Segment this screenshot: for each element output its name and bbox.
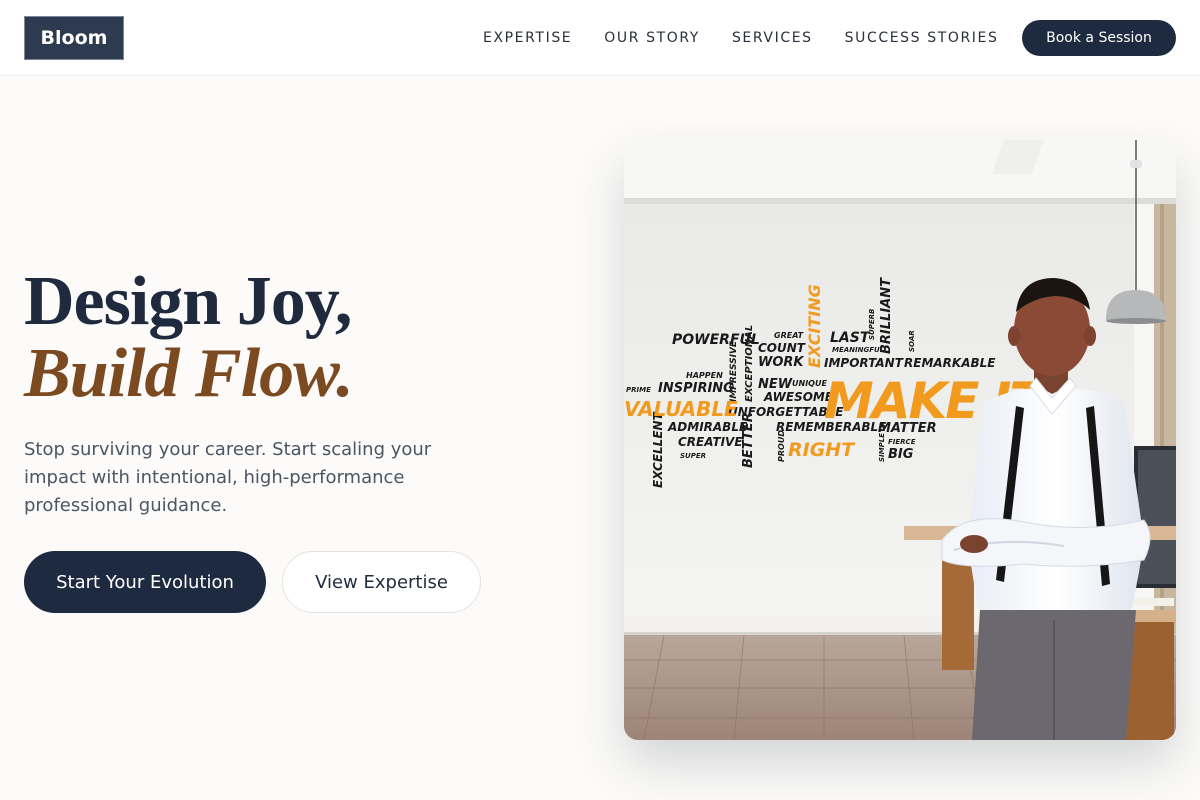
wordcloud-word: SOAR xyxy=(908,330,916,352)
start-evolution-button[interactable]: Start Your Evolution xyxy=(24,551,266,613)
wordcloud-word: BIG xyxy=(888,447,914,462)
wordcloud-word: PRIME xyxy=(626,386,651,394)
wordcloud-word: SUPERB xyxy=(868,309,876,340)
wordcloud-word-accent: RIGHT xyxy=(788,439,856,461)
wordcloud-word: PROUD xyxy=(777,430,786,462)
book-session-button[interactable]: Book a Session xyxy=(1022,20,1176,56)
wordcloud-word: SUPER xyxy=(680,452,706,460)
wordcloud-word: CREATIVE xyxy=(678,435,743,449)
wordcloud-word: INSPIRING xyxy=(658,381,734,396)
wordcloud-word: EXCEPTIONAL xyxy=(744,325,755,402)
hero-subtitle: Stop surviving your career. Start scalin… xyxy=(24,439,432,516)
wordcloud-word: WORK xyxy=(758,355,804,370)
hero-title: Design Joy, Build Flow. xyxy=(24,263,354,412)
wordcloud-word: BRILLIANT xyxy=(879,277,894,354)
wordcloud-word: BETTER xyxy=(741,412,756,468)
site-header: Bloom EXPERTISE OUR STORY SERVICES SUCCE… xyxy=(0,0,1200,76)
wordcloud-word: ADMIRABLE xyxy=(667,420,748,434)
office-scene-illustration: POWERFUL GREAT COUNT WORK LAST MEANINGFU… xyxy=(624,140,1176,740)
wordcloud-word: HAPPEN xyxy=(686,371,723,380)
hero-title-line1: Design Joy, xyxy=(24,263,352,340)
wordcloud-word: GREAT xyxy=(774,331,804,340)
wordcloud-word: REMARKABLE xyxy=(904,356,996,370)
wordcloud-word: SIMPLE xyxy=(878,433,886,462)
view-expertise-button[interactable]: View Expertise xyxy=(282,551,481,613)
nav-link-expertise[interactable]: EXPERTISE xyxy=(483,30,572,46)
wordcloud-word: UNIQUE xyxy=(792,379,827,388)
nav-link-services[interactable]: SERVICES xyxy=(732,30,813,46)
wordcloud-word-accent: VALUABLE xyxy=(624,397,738,421)
logo[interactable]: Bloom xyxy=(24,16,124,60)
nav-link-our-story[interactable]: OUR STORY xyxy=(604,30,700,46)
wordcloud-word: IMPRESSIVE xyxy=(729,340,739,402)
hero-title-line2: Build Flow. xyxy=(24,335,354,412)
main-nav: EXPERTISE OUR STORY SERVICES SUCCESS STO… xyxy=(483,0,998,76)
wordcloud-word-accent: EXCITING xyxy=(805,284,824,368)
nav-link-success-stories[interactable]: SUCCESS STORIES xyxy=(845,30,999,46)
wordcloud-word: IMPORTANT xyxy=(824,356,904,370)
wordcloud-word: LAST xyxy=(830,330,871,346)
wordcloud-word: FIERCE xyxy=(888,438,916,446)
wordcloud-word: COUNT xyxy=(758,341,806,355)
hero-image: POWERFUL GREAT COUNT WORK LAST MEANINGFU… xyxy=(624,140,1176,740)
wordcloud-word: EXCELLENT xyxy=(651,411,665,488)
wordcloud-word: MEANINGFUL xyxy=(832,346,884,354)
